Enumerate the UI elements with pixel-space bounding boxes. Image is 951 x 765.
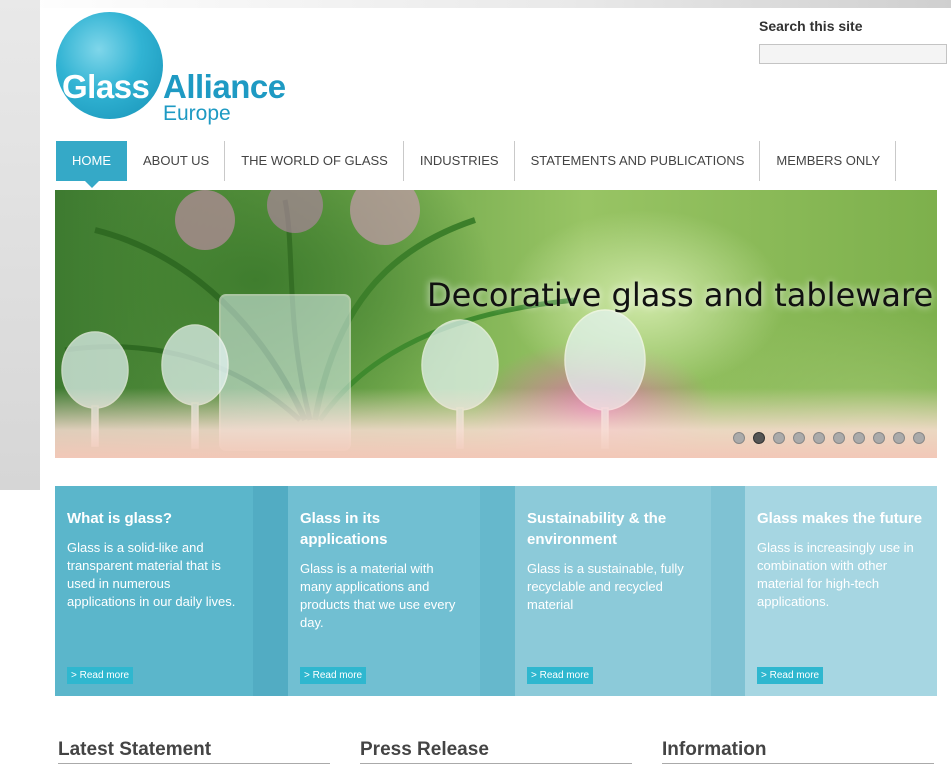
read-more-link[interactable]: > Read more: [300, 667, 367, 684]
logo-word-europe: Europe: [163, 102, 231, 125]
feature-gap: [253, 486, 288, 696]
slider-dot[interactable]: [773, 432, 785, 444]
feature-title: Glass in its applications: [300, 510, 388, 548]
feature-title: Sustainability & the environment: [527, 510, 667, 548]
feature-title: What is glass?: [67, 510, 173, 527]
feature-panels: What is glass? Glass is a solid-like and…: [55, 486, 937, 696]
nav-item-home[interactable]: HOME: [56, 141, 127, 188]
hero-title: Decorative glass and tableware: [427, 276, 934, 314]
frame-top: [0, 0, 951, 8]
site-logo[interactable]: Glass Alliance Europe: [56, 12, 316, 125]
slider-dot[interactable]: [913, 432, 925, 444]
slider-dot-active[interactable]: [753, 432, 765, 444]
slider-dot[interactable]: [793, 432, 805, 444]
feature-title: Glass makes the future: [757, 510, 923, 527]
logo-word-glass: Glass: [62, 68, 150, 105]
nav-item-world-of-glass[interactable]: THE WORLD OF GLASS: [225, 141, 404, 181]
press-release-heading: Press Release: [360, 739, 489, 760]
information-heading: Information: [662, 739, 767, 760]
feature-glass-future: Glass makes the future Glass is increasi…: [745, 486, 937, 696]
feature-text: Glass is a solid-like and transparent ma…: [67, 540, 236, 609]
nav-item-about-us[interactable]: ABOUT US: [127, 141, 226, 181]
press-release-divider: [360, 763, 632, 764]
nav-item-statements-publications[interactable]: STATEMENTS AND PUBLICATIONS: [515, 141, 761, 181]
read-more-link[interactable]: > Read more: [757, 667, 824, 684]
logo-word-alliance: Alliance: [163, 68, 286, 105]
main-nav: HOME ABOUT US THE WORLD OF GLASS INDUSTR…: [56, 141, 896, 188]
feature-gap: [480, 486, 515, 696]
feature-gap: [711, 486, 745, 696]
search-label: Search this site: [759, 18, 863, 34]
feature-sustainability: Sustainability & the environment Glass i…: [515, 486, 711, 696]
frame-left: [0, 0, 40, 490]
nav-item-members-only[interactable]: MEMBERS ONLY: [760, 141, 896, 181]
slider-dot[interactable]: [733, 432, 745, 444]
read-more-link[interactable]: > Read more: [67, 667, 134, 684]
information-divider: [662, 763, 934, 764]
slider-dot[interactable]: [873, 432, 885, 444]
nav-item-industries[interactable]: INDUSTRIES: [404, 141, 515, 181]
search-input[interactable]: [759, 44, 947, 64]
latest-statement-divider: [58, 763, 330, 764]
slider-dots: [733, 432, 925, 444]
slider-dot[interactable]: [893, 432, 905, 444]
slider-dot[interactable]: [813, 432, 825, 444]
hero-tablecloth: [55, 388, 937, 458]
slider-dot[interactable]: [853, 432, 865, 444]
feature-text: Glass is increasingly use in combination…: [757, 540, 914, 609]
latest-statement-heading: Latest Statement: [58, 739, 212, 760]
feature-text: Glass is a material with many applicatio…: [300, 561, 456, 630]
read-more-link[interactable]: > Read more: [527, 667, 594, 684]
slider-dot[interactable]: [833, 432, 845, 444]
feature-text: Glass is a sustainable, fully recyclable…: [527, 561, 684, 612]
hero-slider[interactable]: Decorative glass and tableware: [55, 190, 937, 458]
feature-glass-applications: Glass in its applications Glass is a mat…: [288, 486, 480, 696]
feature-what-is-glass: What is glass? Glass is a solid-like and…: [55, 486, 253, 696]
